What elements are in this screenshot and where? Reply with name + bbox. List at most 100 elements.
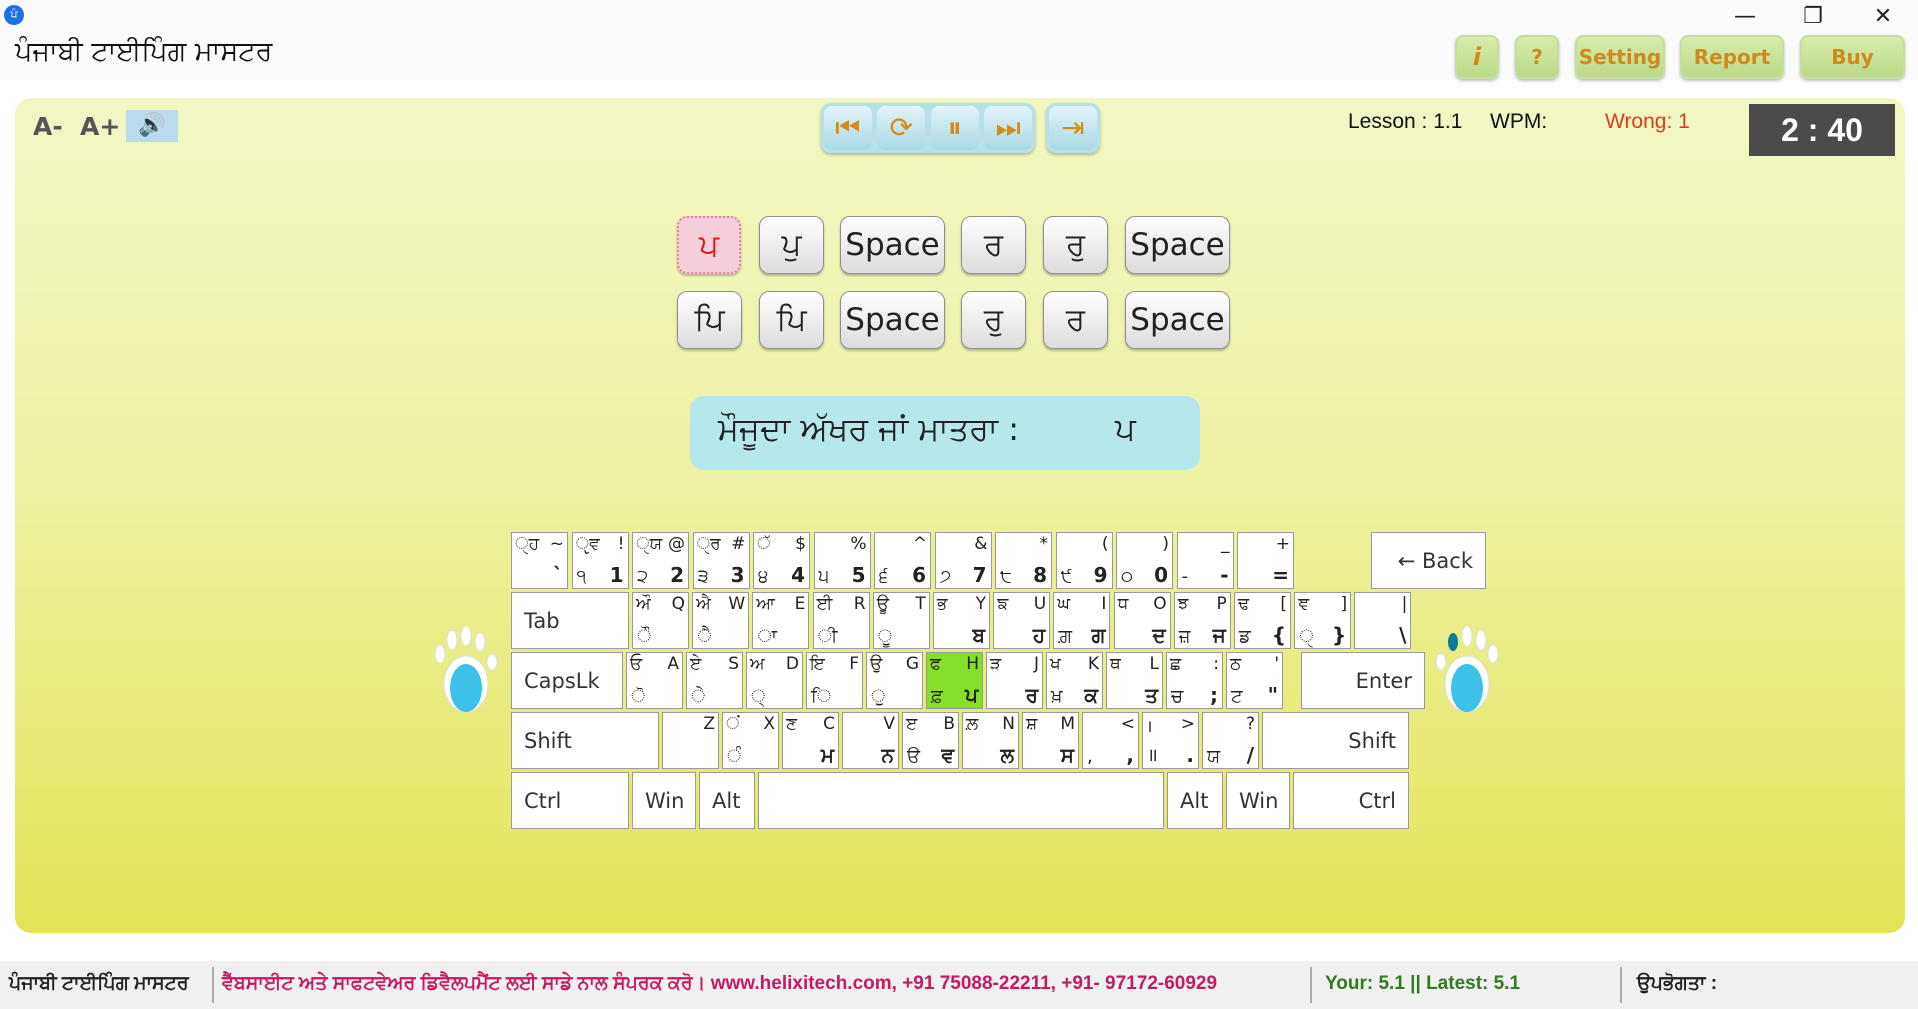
setting-button[interactable]: Setting bbox=[1575, 35, 1665, 79]
key-r1-8[interactable]: * ੮ 8 bbox=[995, 532, 1052, 589]
key-legend: ਫ bbox=[930, 654, 942, 674]
left-ctrl-key[interactable]: Ctrl bbox=[511, 772, 629, 829]
key-r1-11[interactable]: _ - - bbox=[1176, 532, 1234, 589]
right-ctrl-key[interactable]: Ctrl bbox=[1293, 772, 1409, 829]
left-win-key[interactable]: Win bbox=[632, 772, 696, 829]
key-r1-5[interactable]: % ੫ 5 bbox=[813, 532, 871, 589]
key-r3-4[interactable]: ਉ Gੁ bbox=[866, 652, 923, 709]
close-button[interactable]: ✕ bbox=[1854, 0, 1912, 34]
key-legend: ਿ bbox=[811, 686, 832, 707]
enter-key[interactable]: Enter bbox=[1301, 652, 1425, 709]
left-shift-key[interactable]: Shift bbox=[511, 712, 659, 769]
minimize-button[interactable]: — bbox=[1716, 0, 1774, 34]
key-r2-7[interactable]: ਘ I ਗ਼ ਗ bbox=[1053, 592, 1111, 649]
key-r2-8[interactable]: ਧ Oਦ bbox=[1113, 592, 1171, 649]
key-legend: , bbox=[1126, 743, 1134, 767]
key-legend: ਲ bbox=[1000, 743, 1014, 767]
key-r1-9[interactable]: (੯ 9 bbox=[1055, 532, 1113, 589]
status-divider bbox=[1620, 967, 1622, 1003]
space-key[interactable] bbox=[758, 772, 1164, 829]
key-r4-2[interactable]: ਣ Cਮ bbox=[782, 712, 839, 769]
key-legend: 2 bbox=[670, 563, 684, 587]
key-r4-1[interactable]: ਂ Xੰ bbox=[722, 712, 779, 769]
key-legend: ਤ bbox=[1145, 683, 1158, 707]
status-version: Your: 5.1 || Latest: 5.1 bbox=[1325, 973, 1521, 994]
backspace-key[interactable]: ← Back bbox=[1371, 532, 1486, 589]
key-r2-10[interactable]: ਢ [ਡ { bbox=[1234, 592, 1291, 649]
key-r1-10[interactable]: ) ੦ 0 bbox=[1116, 532, 1173, 589]
key-r3-1[interactable]: ਏ Sੇ bbox=[686, 652, 743, 709]
key-r1-12[interactable]: + = bbox=[1237, 532, 1294, 589]
restore-button[interactable]: ❐ bbox=[1784, 0, 1842, 34]
key-r3-8[interactable]: ਥ Lਤ bbox=[1106, 652, 1163, 709]
key-r2-5[interactable]: ਭ Yਬ bbox=[933, 592, 990, 649]
key-r1-1[interactable]: ੵਵ! ੧ 1 bbox=[571, 532, 629, 589]
right-alt-key[interactable]: Alt bbox=[1167, 772, 1223, 829]
key-r4-7[interactable]: <,, bbox=[1082, 712, 1139, 769]
lesson-char: ਰੁ bbox=[961, 291, 1026, 349]
report-button[interactable]: Report bbox=[1680, 35, 1784, 79]
font-increase-button[interactable]: A+ bbox=[80, 112, 120, 141]
key-r2-6[interactable]: ਙ Uਹ bbox=[993, 592, 1051, 649]
key-r3-9[interactable]: ਛ: ਚ; bbox=[1166, 652, 1223, 709]
key-r2-1[interactable]: ਐ Wੈ bbox=[692, 592, 750, 649]
key-r4-9[interactable]: ? ਯ / bbox=[1202, 712, 1259, 769]
key-legend: ੂ bbox=[877, 626, 893, 647]
key-r1-2[interactable]: ੑਯ @੨ 2 bbox=[632, 532, 689, 589]
key-r2-9[interactable]: ਝ P ਜ਼ ਜ bbox=[1173, 592, 1231, 649]
key-r3-10[interactable]: ਠ ' ਟ " bbox=[1226, 652, 1283, 709]
speaker-icon[interactable]: 🔊 bbox=[126, 110, 178, 142]
buy-button[interactable]: Buy bbox=[1800, 35, 1905, 79]
status-contact[interactable]: ਵੈੱਬਸਾਈਟ ਅਤੇ ਸਾਫਟਵੇਅਰ ਡਿਵੈਲਪਮੈਂਟ ਲਈ ਸਾਡੇ… bbox=[222, 973, 1217, 995]
key-r4-4[interactable]: ੲ B ੳਵ bbox=[902, 712, 959, 769]
key-r1-0[interactable]: ੑਹ ~ ` bbox=[511, 532, 568, 589]
capslock-key[interactable]: CapsLk bbox=[511, 652, 623, 709]
pause-icon[interactable]: ⏸ bbox=[930, 106, 979, 150]
key-r1-3[interactable]: ੑਰ #੩ 3 bbox=[692, 532, 750, 589]
key-r3-5[interactable]: ਫ H ਫ਼ ਪ bbox=[926, 652, 983, 709]
key-r3-6[interactable]: ੜ Jਰ bbox=[986, 652, 1043, 709]
key-legend: E bbox=[794, 594, 806, 614]
exit-icon[interactable]: ⇥ bbox=[1049, 106, 1097, 150]
key-legend: _ bbox=[1221, 534, 1230, 554]
key-r2-4[interactable]: ਊ Tੂ bbox=[872, 592, 930, 649]
key-r3-7[interactable]: ਖ K ਖ਼ ਕ bbox=[1046, 652, 1103, 709]
right-win-key[interactable]: Win bbox=[1226, 772, 1290, 829]
key-r4-8[interactable]: । > ॥. bbox=[1142, 712, 1199, 769]
key-legend: ਊ bbox=[876, 594, 890, 614]
key-r4-5[interactable]: ਲ਼ N ਲ bbox=[962, 712, 1019, 769]
key-r2-2[interactable]: ਆ Eਾ bbox=[752, 592, 810, 649]
right-shift-key[interactable]: Shift bbox=[1262, 712, 1409, 769]
next-lesson-icon[interactable]: ⏭ bbox=[984, 106, 1033, 150]
key-r3-3[interactable]: ਇ Fਿ bbox=[806, 652, 863, 709]
info-button[interactable]: i bbox=[1455, 35, 1499, 79]
key-legend: ੁ bbox=[871, 686, 886, 707]
key-legend: ੩ bbox=[697, 566, 709, 587]
key-r2-0[interactable]: ਔ Qੌ bbox=[632, 592, 689, 649]
lesson-char: ਰ bbox=[1043, 291, 1108, 349]
key-legend: D bbox=[785, 654, 799, 674]
first-lesson-icon[interactable]: ⏮ bbox=[823, 106, 872, 150]
key-legend: ਢ bbox=[1238, 594, 1250, 614]
key-r1-7[interactable]: & ੭ 7 bbox=[934, 532, 992, 589]
font-decrease-button[interactable]: A- bbox=[33, 112, 63, 141]
key-legend: ੫ bbox=[818, 566, 830, 587]
key-legend: ੯ bbox=[1060, 566, 1073, 587]
tab-key[interactable]: Tab bbox=[511, 592, 629, 649]
key-legend: . bbox=[1186, 743, 1194, 767]
key-r1-4[interactable]: ੱ $੪ 4 bbox=[753, 532, 810, 589]
key-r2-12[interactable]: | \ bbox=[1354, 592, 1412, 649]
help-button[interactable]: ? bbox=[1515, 35, 1559, 79]
key-r4-6[interactable]: ਸ਼ M ਸ bbox=[1022, 712, 1079, 769]
left-alt-key[interactable]: Alt bbox=[699, 772, 755, 829]
key-legend: ' bbox=[1274, 654, 1279, 674]
key-r4-3[interactable]: Vਨ bbox=[842, 712, 899, 769]
key-r2-3[interactable]: ਈ Rੀ bbox=[812, 592, 870, 649]
key-r4-0[interactable]: Z bbox=[662, 712, 719, 769]
restart-icon[interactable]: ⟳ bbox=[877, 106, 926, 150]
key-r3-0[interactable]: ਓ Aੋ bbox=[626, 652, 683, 709]
key-r3-2[interactable]: ਅ D੍ bbox=[746, 652, 803, 709]
key-r1-6[interactable]: ^ ੬ 6 bbox=[874, 532, 931, 589]
key-r2-11[interactable]: ਞ]ੑ} bbox=[1294, 592, 1352, 649]
key-legend: ੋ bbox=[631, 686, 646, 707]
